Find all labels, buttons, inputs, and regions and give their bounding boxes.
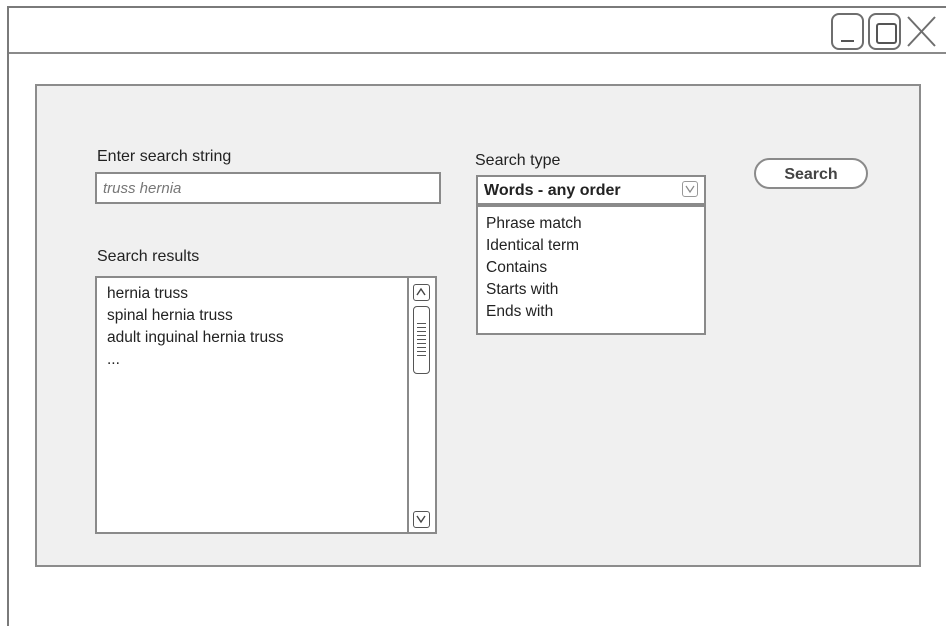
chevron-down-icon[interactable] — [682, 181, 698, 197]
search-button[interactable]: Search — [754, 158, 868, 189]
application-window: Enter search string Search type Words - … — [7, 6, 946, 626]
option-ends-with[interactable]: Ends with — [486, 301, 696, 323]
list-item[interactable]: ... — [107, 349, 284, 371]
maximize-button[interactable] — [868, 13, 901, 50]
scroll-thumb[interactable] — [413, 306, 430, 374]
search-results-label: Search results — [97, 248, 200, 265]
search-input[interactable] — [95, 172, 441, 204]
search-type-selected: Words - any order — [484, 182, 621, 199]
maximize-icon — [876, 23, 897, 44]
search-type-select[interactable]: Words - any order — [476, 175, 706, 205]
search-string-label: Enter search string — [97, 148, 232, 165]
search-results-list: hernia truss spinal hernia truss adult i… — [95, 276, 437, 534]
close-button[interactable] — [905, 13, 938, 50]
chevron-up-icon[interactable] — [413, 284, 430, 301]
option-starts-with[interactable]: Starts with — [486, 279, 696, 301]
minimize-icon — [841, 40, 854, 42]
scrollbar[interactable] — [407, 278, 435, 532]
search-type-label: Search type — [475, 152, 561, 169]
close-icon — [907, 16, 936, 47]
search-panel: Enter search string Search type Words - … — [35, 84, 921, 567]
search-type-options: Phrase match Identical term Contains Sta… — [476, 205, 706, 335]
list-item[interactable]: spinal hernia truss — [107, 305, 284, 327]
list-item[interactable]: adult inguinal hernia truss — [107, 327, 284, 349]
option-contains[interactable]: Contains — [486, 257, 696, 279]
list-item[interactable]: hernia truss — [107, 283, 284, 305]
option-identical-term[interactable]: Identical term — [486, 235, 696, 257]
minimize-button[interactable] — [831, 13, 864, 50]
option-phrase-match[interactable]: Phrase match — [486, 213, 696, 235]
chevron-down-icon[interactable] — [413, 511, 430, 528]
title-bar — [9, 8, 946, 54]
